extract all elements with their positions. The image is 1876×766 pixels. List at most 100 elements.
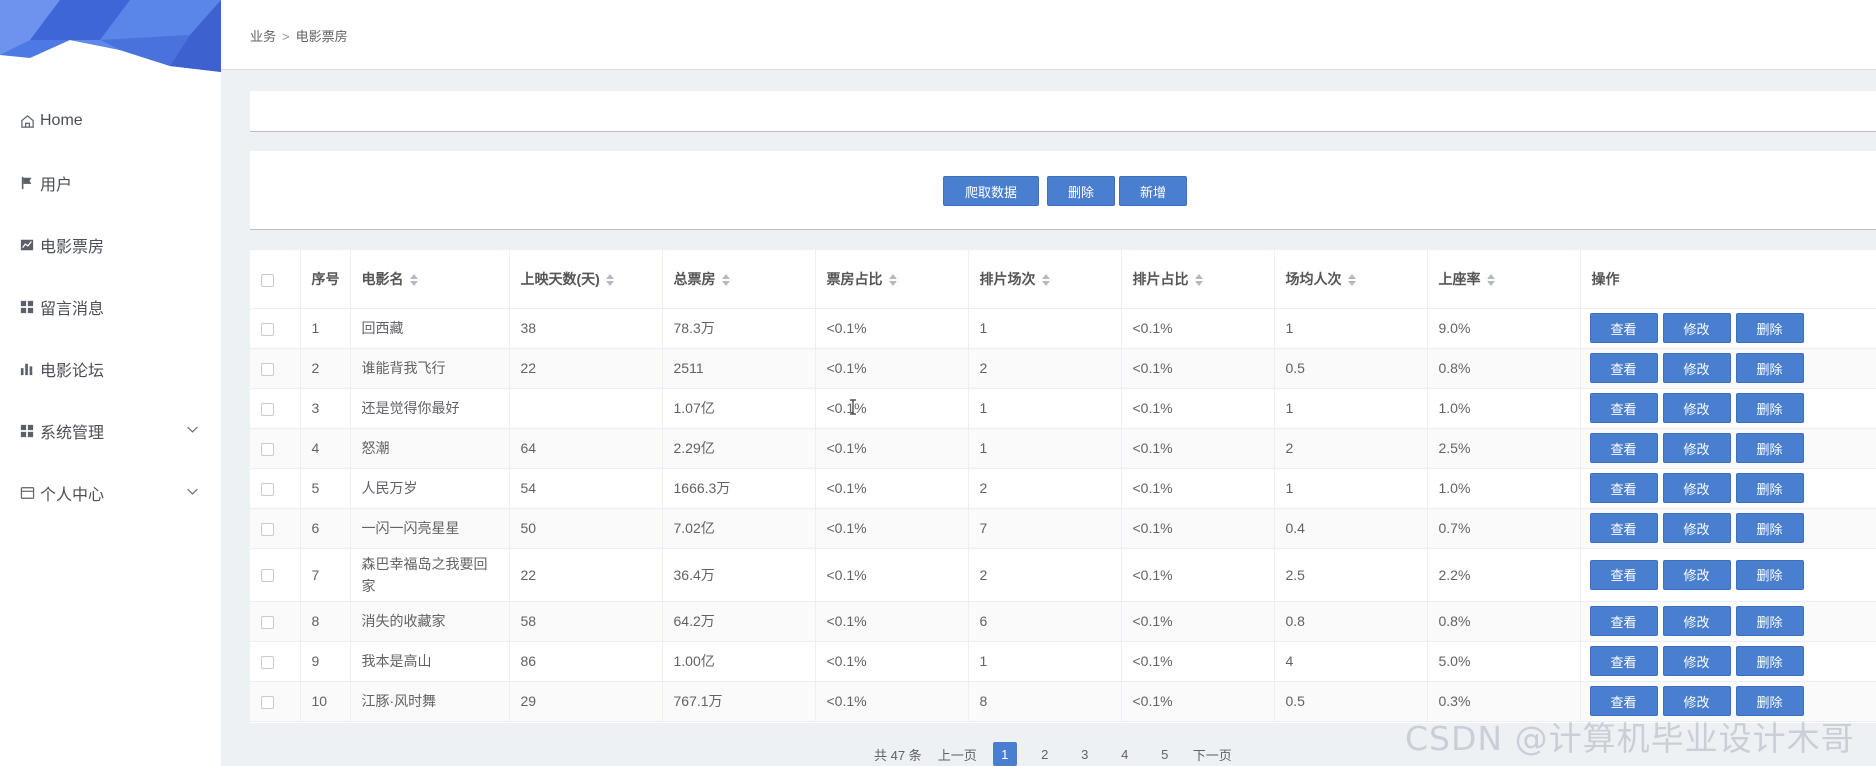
breadcrumb-parent[interactable]: 业务	[250, 29, 276, 44]
checkbox[interactable]	[261, 362, 274, 376]
delete-button[interactable]: 删除	[1735, 433, 1804, 463]
header-days[interactable]: 上映天数(天)	[509, 250, 663, 309]
sidebar-item-profile[interactable]: 个人中心	[0, 462, 221, 524]
page-4[interactable]: 4	[1113, 742, 1137, 766]
sort-icon[interactable]	[1486, 274, 1495, 287]
edit-button[interactable]: 修改	[1662, 646, 1731, 676]
view-button[interactable]: 查看	[1589, 646, 1658, 676]
sidebar-item-system[interactable]: 系统管理	[0, 400, 221, 462]
cell-gross: 767.1万	[662, 681, 816, 722]
header-gross-share[interactable]: 票房占比	[815, 250, 969, 309]
cell-avg-viewers: 1	[1274, 468, 1428, 509]
sort-icon[interactable]	[1194, 274, 1203, 287]
edit-button[interactable]: 修改	[1662, 513, 1731, 543]
cell-days: 29	[509, 681, 663, 722]
view-button[interactable]: 查看	[1589, 559, 1658, 590]
view-button[interactable]: 查看	[1589, 606, 1658, 636]
edit-button[interactable]: 修改	[1662, 433, 1731, 463]
batch-delete-button[interactable]: 删除	[1047, 176, 1115, 206]
row-select-cell[interactable]	[250, 348, 301, 389]
checkbox[interactable]	[261, 695, 274, 709]
view-button[interactable]: 查看	[1589, 473, 1658, 503]
edit-button[interactable]: 修改	[1662, 353, 1731, 383]
sidebar-item-home[interactable]: Home	[0, 90, 221, 152]
checkbox[interactable]	[261, 522, 274, 536]
sidebar-item-label: 系统管理	[40, 425, 105, 442]
grid-icon	[18, 298, 36, 316]
cell-occupancy: 0.8%	[1427, 601, 1581, 642]
pagination-next[interactable]: 下一页	[1193, 745, 1232, 764]
page-3[interactable]: 3	[1073, 742, 1097, 766]
checkbox[interactable]	[261, 273, 274, 287]
page-5[interactable]: 5	[1153, 742, 1177, 766]
sort-icon[interactable]	[1041, 274, 1050, 287]
cell-days: 38	[509, 308, 663, 349]
sort-icon[interactable]	[721, 274, 730, 287]
cell-screenings: 1	[968, 388, 1122, 429]
cell-occupancy: 1.0%	[1427, 388, 1581, 429]
checkbox[interactable]	[261, 482, 274, 496]
table-row: 5 人民万岁 54 1666.3万 <0.1% 2 <0.1% 1 1.0% 查看 修改 删除	[250, 468, 1876, 509]
edit-button[interactable]: 修改	[1662, 313, 1731, 343]
delete-button[interactable]: 删除	[1735, 559, 1804, 590]
delete-button[interactable]: 删除	[1735, 313, 1804, 343]
edit-button[interactable]: 修改	[1662, 559, 1731, 590]
page-2[interactable]: 2	[1033, 742, 1057, 766]
row-select-cell[interactable]	[250, 641, 301, 682]
cell-occupancy: 2.2%	[1427, 548, 1581, 602]
header-occupancy[interactable]: 上座率	[1427, 250, 1581, 309]
grid-icon	[18, 422, 36, 440]
page-1[interactable]: 1	[992, 742, 1017, 766]
row-select-cell[interactable]	[250, 548, 301, 602]
row-select-cell[interactable]	[250, 601, 301, 642]
add-button[interactable]: 新增	[1119, 176, 1187, 206]
pagination-prev[interactable]: 上一页	[938, 745, 977, 764]
row-select-cell[interactable]	[250, 468, 301, 509]
sort-icon[interactable]	[888, 274, 897, 287]
delete-button[interactable]: 删除	[1735, 646, 1804, 676]
sort-icon[interactable]	[605, 274, 614, 287]
header-screen-share[interactable]: 排片占比	[1121, 250, 1275, 309]
row-select-cell[interactable]	[250, 508, 301, 549]
header-avg-viewers[interactable]: 场均人次	[1274, 250, 1428, 309]
checkbox[interactable]	[261, 402, 274, 416]
header-select-all[interactable]	[250, 250, 301, 309]
delete-button[interactable]: 删除	[1735, 606, 1804, 636]
view-button[interactable]: 查看	[1589, 353, 1658, 383]
cell-no: 4	[300, 428, 351, 469]
cell-avg-viewers: 1	[1274, 388, 1428, 429]
row-select-cell[interactable]	[250, 388, 301, 429]
view-button[interactable]: 查看	[1589, 393, 1658, 423]
delete-button[interactable]: 删除	[1735, 393, 1804, 423]
row-select-cell[interactable]	[250, 681, 301, 722]
pagination-total: 共 47 条	[874, 747, 922, 763]
checkbox[interactable]	[261, 442, 274, 456]
edit-button[interactable]: 修改	[1662, 473, 1731, 503]
edit-button[interactable]: 修改	[1662, 393, 1731, 423]
sort-icon[interactable]	[409, 274, 418, 287]
header-name[interactable]: 电影名	[350, 250, 510, 309]
checkbox[interactable]	[261, 322, 274, 336]
view-button[interactable]: 查看	[1589, 513, 1658, 543]
cell-days: 54	[509, 468, 663, 509]
header-screenings[interactable]: 排片场次	[968, 250, 1122, 309]
sidebar-item-users[interactable]: 用户	[0, 152, 221, 214]
view-button[interactable]: 查看	[1589, 433, 1658, 463]
checkbox[interactable]	[261, 655, 274, 669]
delete-button[interactable]: 删除	[1735, 473, 1804, 503]
delete-button[interactable]: 删除	[1735, 353, 1804, 383]
checkbox[interactable]	[261, 615, 274, 629]
sidebar-item-forum[interactable]: 电影论坛	[0, 338, 221, 400]
row-select-cell[interactable]	[250, 308, 301, 349]
sort-icon[interactable]	[1347, 274, 1356, 287]
sidebar-item-box-office[interactable]: 电影票房	[0, 214, 221, 276]
checkbox[interactable]	[261, 569, 274, 583]
crawl-data-button[interactable]: 爬取数据	[943, 176, 1039, 206]
delete-button[interactable]: 删除	[1735, 513, 1804, 543]
header-gross[interactable]: 总票房	[662, 250, 816, 309]
row-actions: 查看 修改 删除	[1589, 473, 1876, 503]
row-select-cell[interactable]	[250, 428, 301, 469]
edit-button[interactable]: 修改	[1662, 606, 1731, 636]
sidebar-item-messages[interactable]: 留言消息	[0, 276, 221, 338]
view-button[interactable]: 查看	[1589, 313, 1658, 343]
